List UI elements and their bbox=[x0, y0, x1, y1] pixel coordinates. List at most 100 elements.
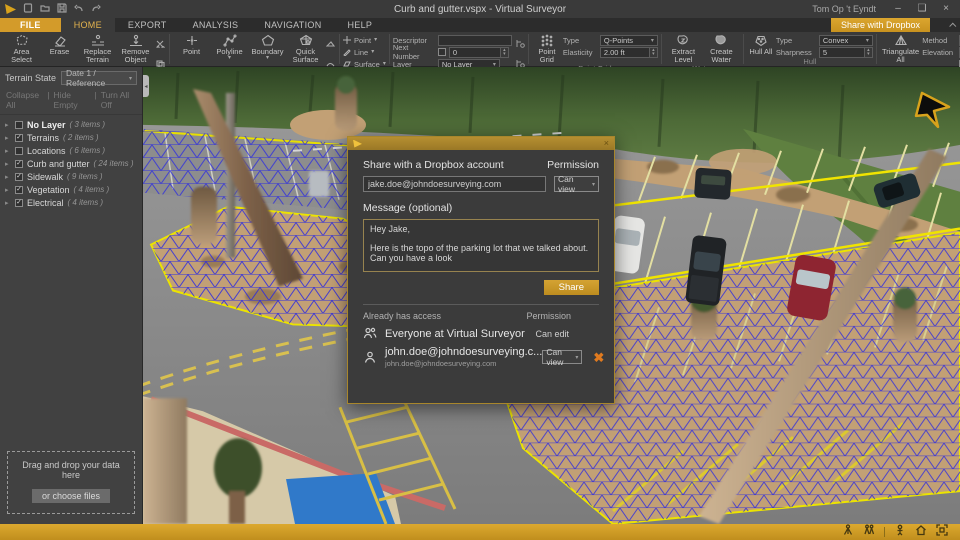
expand-icon[interactable]: ▸ bbox=[5, 147, 11, 155]
descriptor-settings-icon[interactable] bbox=[515, 35, 525, 53]
cut-icon[interactable] bbox=[156, 35, 165, 53]
layer-checkbox[interactable]: ✓ bbox=[15, 160, 23, 168]
remove-access-icon[interactable]: ✖ bbox=[593, 351, 604, 364]
layer-checkbox[interactable]: ✓ bbox=[15, 134, 23, 142]
station-view-icon[interactable] bbox=[842, 523, 854, 540]
layer-checkbox[interactable]: ✓ bbox=[15, 199, 23, 207]
layer-row-no-layer[interactable]: ▸ No Layer( 3 items ) bbox=[0, 118, 142, 131]
save-icon[interactable] bbox=[57, 0, 67, 18]
collapse-ribbon-icon[interactable] bbox=[946, 18, 960, 32]
status-bar bbox=[0, 524, 960, 540]
layers-panel: Terrain State Date 1 / Reference▾ Collap… bbox=[0, 67, 143, 524]
tab-file[interactable]: FILE bbox=[0, 18, 61, 32]
tab-navigation[interactable]: NAVIGATION bbox=[251, 18, 334, 32]
share-dialog-titlebar[interactable]: × bbox=[348, 137, 614, 150]
next-number-spinner[interactable]: ▴▾ bbox=[501, 47, 509, 58]
turn-all-off-link[interactable]: Turn All Off bbox=[101, 90, 136, 110]
erase-button[interactable]: Erase bbox=[41, 33, 78, 56]
share-with-dropbox-button[interactable]: Share with Dropbox bbox=[831, 18, 930, 32]
expand-icon[interactable]: ▸ bbox=[5, 121, 11, 129]
layer-checkbox[interactable]: ✓ bbox=[15, 186, 23, 194]
elasticity-spinner[interactable]: ▴▾ bbox=[650, 47, 658, 58]
triangulate-all-icon bbox=[894, 34, 908, 47]
hide-empty-link[interactable]: Hide Empty bbox=[54, 90, 91, 110]
point-grid-type-select[interactable]: Q-Points▾ bbox=[600, 35, 658, 46]
boundary-icon bbox=[261, 34, 275, 47]
share-button[interactable]: Share bbox=[544, 280, 599, 295]
expand-icon[interactable]: ▸ bbox=[5, 186, 11, 194]
point-grid-button[interactable]: Point Grid bbox=[532, 33, 562, 64]
tab-help[interactable]: HELP bbox=[335, 18, 386, 32]
expand-icon[interactable]: ▸ bbox=[5, 173, 11, 181]
zoom-extents-icon[interactable] bbox=[936, 523, 948, 540]
tab-home[interactable]: HOME bbox=[61, 18, 115, 32]
maximize-button[interactable]: ❑ bbox=[912, 2, 932, 16]
styling-point-menu[interactable]: Point▾ bbox=[343, 35, 386, 45]
virtual-surveyor-window: Curb and gutter.vspx - Virtual Surveyor … bbox=[0, 0, 960, 540]
flatten-terrain-icon[interactable] bbox=[326, 35, 335, 53]
group-hull: Hull All Type Convex▾ Sharpness 5▴▾ Hull bbox=[744, 32, 876, 66]
app-logo-icon bbox=[353, 140, 362, 148]
layer-checkbox[interactable] bbox=[15, 121, 23, 129]
layer-checkbox[interactable]: ✓ bbox=[15, 173, 23, 181]
layer-row-sidewalk[interactable]: ▸ ✓ Sidewalk( 9 items ) bbox=[0, 170, 142, 183]
tab-analysis[interactable]: ANALYSIS bbox=[180, 18, 252, 32]
new-icon[interactable] bbox=[23, 0, 33, 18]
message-textarea[interactable]: Hey Jake, Here is the topo of the parkin… bbox=[363, 219, 599, 272]
eraser-icon bbox=[53, 34, 67, 47]
share-permission-select[interactable]: Can view▾ bbox=[554, 176, 599, 192]
layer-row-terrains[interactable]: ▸ ✓ Terrains( 2 items ) bbox=[0, 131, 142, 144]
area-select-button[interactable]: Area Select bbox=[3, 33, 40, 64]
quick-surface-button[interactable]: Quick Surface bbox=[287, 33, 324, 64]
next-number-input[interactable]: 0 bbox=[449, 47, 501, 58]
pencil-icon bbox=[343, 48, 351, 56]
quick-access-toolbar bbox=[0, 0, 101, 18]
dialog-close-icon[interactable]: × bbox=[604, 139, 609, 148]
styling-line-menu[interactable]: Line▾ bbox=[343, 47, 386, 57]
close-button[interactable]: × bbox=[936, 2, 956, 16]
tab-export[interactable]: EXPORT bbox=[115, 18, 180, 32]
collapse-all-link[interactable]: Collapse All bbox=[6, 90, 43, 110]
sidebar-collapse-handle[interactable]: ◂ bbox=[143, 75, 149, 97]
elasticity-input[interactable]: 2.00 ft bbox=[600, 47, 650, 58]
layer-row-vegetation[interactable]: ▸ ✓ Vegetation( 4 items ) bbox=[0, 183, 142, 196]
polyline-button[interactable]: Polyline▾ bbox=[211, 33, 248, 60]
layer-row-curb-and-gutter[interactable]: ▸ ✓ Curb and gutter( 24 items ) bbox=[0, 157, 142, 170]
point-button[interactable]: Point bbox=[173, 33, 210, 56]
minimize-button[interactable]: – bbox=[888, 2, 908, 16]
share-email-input[interactable] bbox=[363, 176, 546, 192]
next-number-checkbox[interactable] bbox=[438, 48, 446, 56]
expand-icon[interactable]: ▸ bbox=[5, 199, 11, 207]
quick-surface-icon bbox=[299, 34, 313, 47]
hull-all-button[interactable]: Hull All bbox=[747, 33, 775, 56]
layer-row-locations[interactable]: ▸ Locations( 6 items ) bbox=[0, 144, 142, 157]
layer-row-electrical[interactable]: ▸ ✓ Electrical( 4 items ) bbox=[0, 196, 142, 209]
expand-icon[interactable]: ▸ bbox=[5, 160, 11, 168]
triangulate-all-button[interactable]: Triangulate All bbox=[880, 33, 921, 64]
open-icon[interactable] bbox=[40, 0, 50, 18]
sharpness-spinner[interactable]: ▴▾ bbox=[865, 47, 873, 58]
hull-all-icon bbox=[754, 34, 768, 47]
redo-icon[interactable] bbox=[91, 0, 101, 18]
john-permission-select[interactable]: Can view▾ bbox=[542, 350, 582, 364]
layer-checkbox[interactable] bbox=[15, 147, 23, 155]
remove-object-button[interactable]: Remove Object bbox=[117, 33, 154, 64]
multi-station-icon[interactable] bbox=[863, 523, 875, 540]
hull-type-select[interactable]: Convex▾ bbox=[819, 35, 873, 46]
boundary-button[interactable]: Boundary▾ bbox=[249, 33, 286, 60]
undo-icon[interactable] bbox=[74, 0, 84, 18]
expand-icon[interactable]: ▸ bbox=[5, 134, 11, 142]
ribbon-tab-bar: FILE HOME EXPORT ANALYSIS NAVIGATION HEL… bbox=[0, 18, 960, 32]
sharpness-input[interactable]: 5 bbox=[819, 47, 865, 58]
create-water-icon bbox=[714, 34, 728, 47]
home-view-icon[interactable] bbox=[915, 523, 927, 540]
replace-terrain-button[interactable]: Replace Terrain bbox=[79, 33, 116, 64]
choose-files-button[interactable]: or choose files bbox=[32, 489, 110, 503]
create-water-button[interactable]: Create Water bbox=[703, 33, 740, 64]
extract-level-button[interactable]: Extract Level bbox=[665, 33, 702, 64]
terrain-state-select[interactable]: Date 1 / Reference▾ bbox=[61, 71, 137, 85]
file-drop-zone[interactable]: Drag and drop your data here or choose f… bbox=[7, 451, 135, 514]
first-person-icon[interactable] bbox=[894, 523, 906, 540]
descriptor-input[interactable] bbox=[438, 35, 512, 46]
account-name[interactable]: Tom Op 't Eyndt bbox=[812, 4, 876, 14]
